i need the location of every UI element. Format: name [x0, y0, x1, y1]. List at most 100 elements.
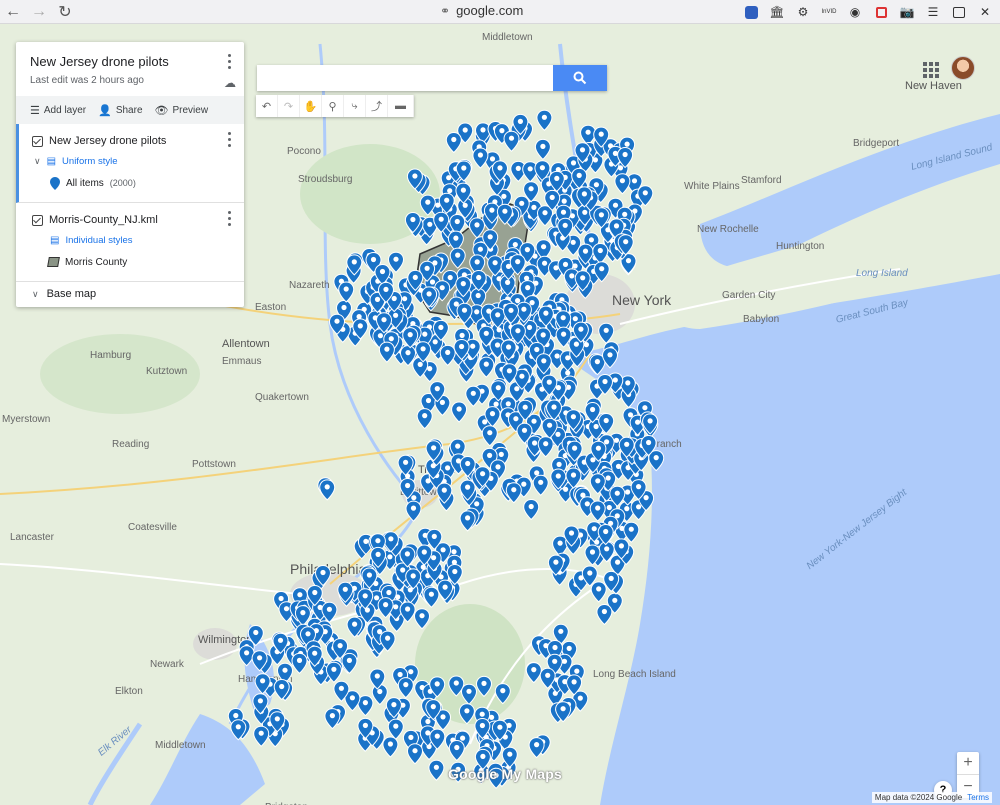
panel-actions: ☰ Add layer 👤 Share 👁 Preview	[16, 96, 244, 124]
back-button[interactable]: ←	[0, 0, 26, 24]
map-pin[interactable]	[341, 652, 358, 675]
map-pin[interactable]	[532, 474, 549, 496]
layer-options-button[interactable]	[222, 209, 236, 227]
map-legend-panel: New Jersey drone pilots Last edit was 2 …	[16, 42, 244, 307]
forward-button[interactable]: →	[26, 0, 52, 24]
map-pin[interactable]	[503, 130, 520, 152]
map-pin[interactable]	[451, 401, 468, 423]
map-pin[interactable]	[387, 251, 405, 273]
map-pin[interactable]	[445, 131, 462, 154]
map-pin[interactable]	[291, 652, 308, 675]
record-icon[interactable]: ◉	[844, 2, 866, 22]
map-pin[interactable]	[238, 645, 255, 667]
preview-button[interactable]: 👁 Preview	[155, 104, 209, 117]
ruler-icon: ▬	[395, 100, 406, 112]
draw-line-button[interactable]: ⤷	[344, 95, 366, 117]
map-pin[interactable]	[319, 479, 336, 501]
base-map-toggle[interactable]: ∨ Base map	[16, 282, 244, 307]
map-pin[interactable]	[478, 356, 495, 378]
directions-icon: ⤴	[371, 101, 382, 113]
map-pin[interactable]	[448, 739, 465, 762]
avatar[interactable]	[951, 56, 975, 80]
settings-sliders-icon[interactable]: ☰	[922, 2, 944, 22]
map-pin[interactable]	[397, 677, 414, 699]
layer-style-link[interactable]: Individual styles	[65, 235, 132, 246]
add-marker-button[interactable]: ⚲	[322, 95, 344, 117]
map-pin[interactable]	[338, 281, 355, 303]
camera-icon[interactable]: 📷	[896, 2, 918, 22]
layer-visibility-checkbox[interactable]	[32, 214, 43, 226]
map-pin[interactable]	[614, 173, 631, 195]
terms-link[interactable]: Terms	[967, 793, 989, 802]
sidebar-toggle-icon[interactable]	[948, 2, 970, 22]
zoom-in-button[interactable]: +	[957, 752, 979, 775]
map-pin[interactable]	[416, 408, 433, 430]
map-pin[interactable]	[472, 147, 489, 169]
map-pin[interactable]	[406, 743, 424, 765]
map-options-button[interactable]	[222, 52, 236, 70]
map-pin[interactable]	[378, 341, 395, 363]
map-pin[interactable]	[371, 683, 388, 706]
layer-options-button[interactable]	[222, 130, 236, 148]
hand-icon: ✋	[303, 100, 318, 113]
pan-tool-button[interactable]: ✋	[300, 95, 322, 117]
address-bar[interactable]: ⚭ google.com	[440, 3, 523, 18]
close-icon[interactable]: ✕	[974, 2, 996, 22]
screen-capture-icon[interactable]	[870, 2, 892, 22]
map-pin[interactable]	[525, 662, 542, 684]
map-pin[interactable]	[382, 736, 399, 758]
map-title[interactable]: New Jersey drone pilots	[30, 54, 232, 69]
layer-items-row[interactable]: All items (2000)	[32, 172, 232, 194]
layer-name[interactable]: New Jersey drone pilots	[49, 135, 166, 147]
map-pin[interactable]	[623, 521, 640, 543]
eye-icon: 👁	[154, 104, 169, 117]
map-pin[interactable]	[439, 344, 456, 367]
measure-button[interactable]: ▬	[388, 95, 414, 117]
museum-icon[interactable]: 🏛	[766, 2, 788, 22]
map-pin[interactable]	[428, 759, 445, 781]
map-pin[interactable]	[475, 675, 493, 698]
map-pin[interactable]	[598, 322, 615, 344]
map-pin[interactable]	[590, 581, 607, 603]
search-icon	[573, 71, 587, 85]
map-pin[interactable]	[324, 708, 341, 730]
layer-items-row[interactable]: Morris County	[32, 251, 232, 273]
map-pin[interactable]	[534, 138, 551, 161]
map-pin[interactable]	[460, 683, 478, 705]
reload-button[interactable]: ↻	[52, 0, 78, 24]
search-box	[257, 65, 607, 91]
invid-extension-icon[interactable]: InVID	[818, 2, 840, 22]
redo-button[interactable]: ↷	[278, 95, 300, 117]
apps-grid-button[interactable]	[923, 62, 939, 78]
arrow-left-icon: ←	[5, 2, 21, 20]
map-pin[interactable]	[458, 703, 475, 725]
layer-visibility-checkbox[interactable]	[32, 135, 43, 147]
map-pin[interactable]	[253, 725, 270, 747]
map-pin[interactable]	[523, 498, 540, 521]
map-pin[interactable]	[468, 217, 486, 239]
redo-icon: ↷	[283, 100, 294, 113]
extension-icon-1[interactable]	[740, 2, 762, 22]
map-pin[interactable]	[405, 500, 422, 522]
map-pin[interactable]	[449, 247, 466, 269]
map-pin[interactable]	[459, 510, 476, 532]
map-pin[interactable]	[481, 425, 498, 447]
map-pin[interactable]	[465, 385, 482, 407]
search-button[interactable]	[553, 65, 607, 91]
map-pin[interactable]	[589, 500, 606, 522]
search-input[interactable]	[257, 65, 553, 91]
map-pin[interactable]	[423, 586, 440, 608]
map-pin[interactable]	[413, 608, 431, 630]
map-pin[interactable]	[536, 109, 553, 131]
gear-extension-icon[interactable]: ⚙	[792, 2, 814, 22]
share-button[interactable]: 👤 Share	[98, 104, 142, 117]
map-pin[interactable]	[387, 718, 404, 740]
add-layer-button[interactable]: ☰ Add layer	[30, 104, 86, 117]
layer-style-link[interactable]: Uniform style	[62, 156, 117, 167]
layer-name[interactable]: Morris-County_NJ.kml	[49, 214, 158, 226]
map-pin[interactable]	[596, 603, 613, 626]
undo-button[interactable]: ↶	[256, 95, 278, 117]
chevron-down-icon[interactable]: ∨	[34, 156, 41, 167]
directions-button[interactable]: ⤴	[366, 95, 388, 117]
map-pin[interactable]	[494, 683, 511, 705]
